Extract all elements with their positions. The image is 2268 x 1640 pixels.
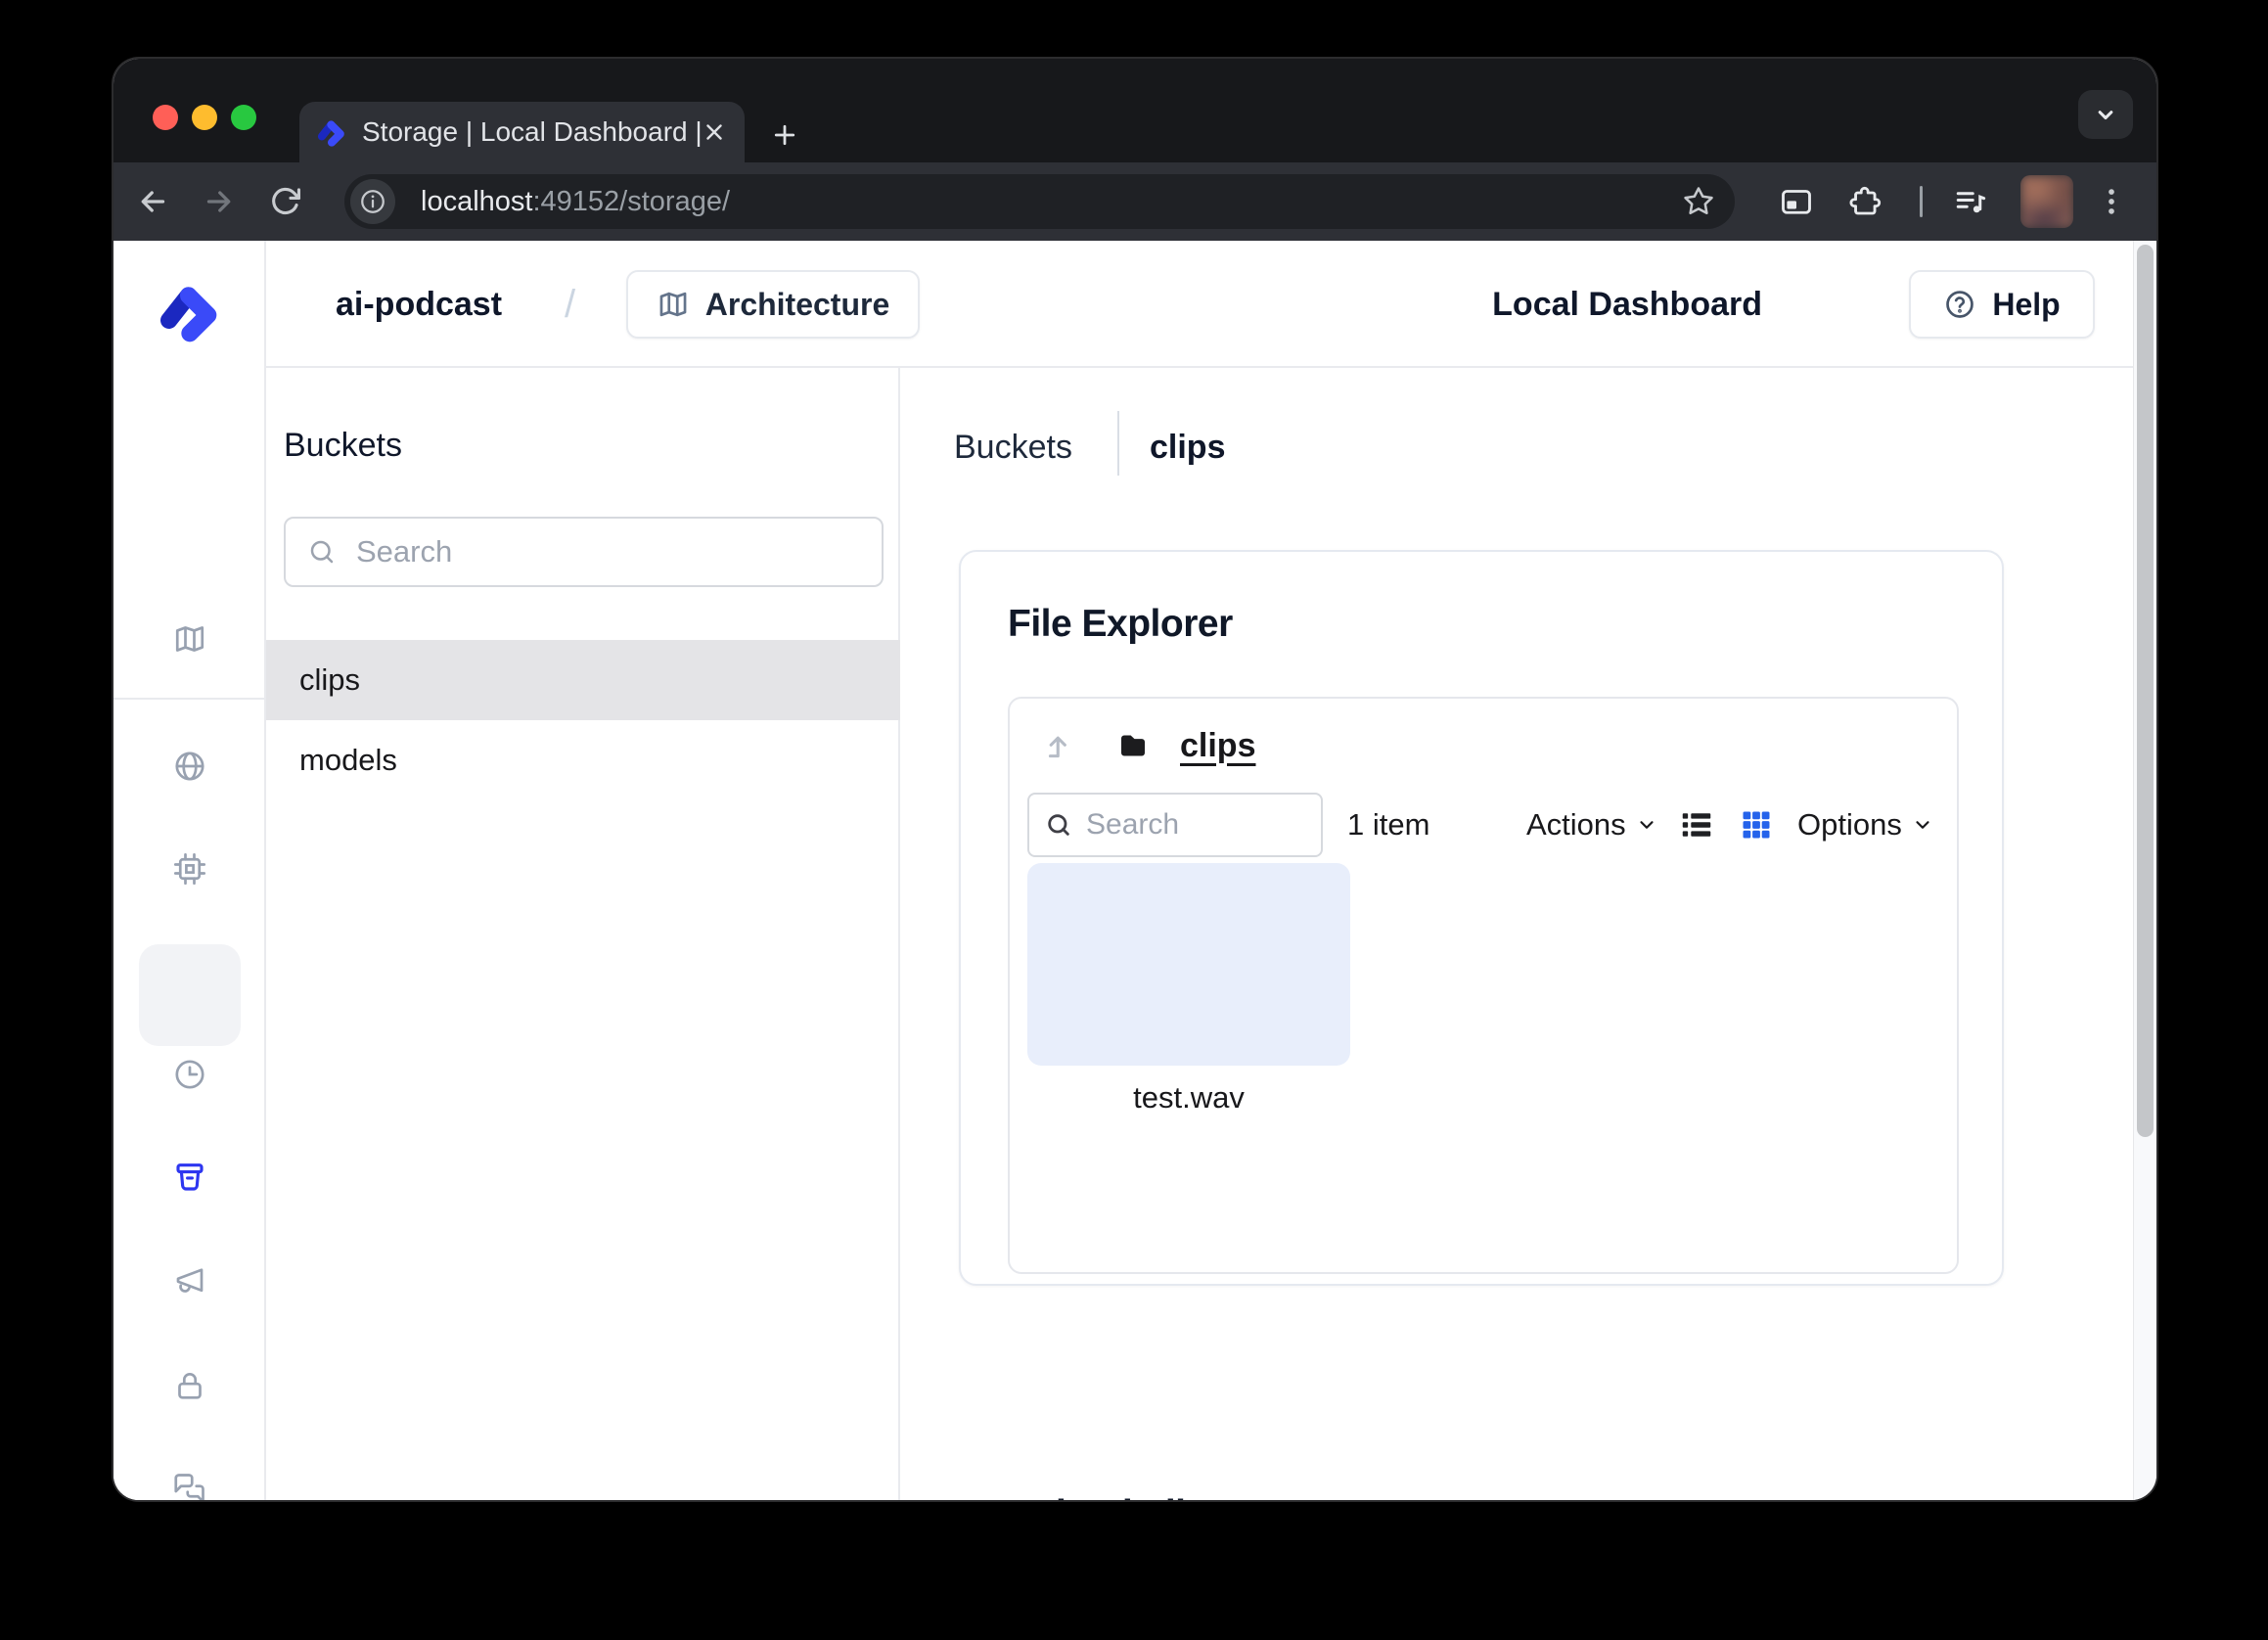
- websockets-chat-icon[interactable]: [172, 1471, 207, 1500]
- schedules-clock-icon[interactable]: [172, 1057, 207, 1092]
- folder-icon: [1115, 728, 1151, 763]
- site-info-icon[interactable]: [350, 179, 395, 224]
- side-panel-icon[interactable]: [1775, 180, 1818, 223]
- bucket-list-item-models[interactable]: models: [266, 720, 900, 800]
- item-count: 1 item: [1347, 793, 1429, 857]
- up-directory-icon[interactable]: [1037, 729, 1070, 762]
- scrollbar-thumb[interactable]: [2137, 245, 2154, 1137]
- traffic-light-minimize[interactable]: [192, 105, 217, 130]
- grid-view-icon[interactable]: [1738, 806, 1775, 843]
- current-folder-link[interactable]: clips: [1180, 727, 1255, 765]
- traffic-light-zoom[interactable]: [231, 105, 256, 130]
- profile-avatar[interactable]: [2020, 175, 2073, 228]
- tab-close-icon[interactable]: [702, 119, 727, 145]
- app-header: ai-podcast / Architecture Local Dashboar…: [266, 241, 2133, 368]
- bucket-list-item-clips[interactable]: clips: [266, 640, 900, 720]
- toolbar-divider: [1920, 186, 1923, 217]
- breadcrumb-buckets[interactable]: Buckets: [954, 429, 1072, 467]
- actions-label: Actions: [1526, 807, 1626, 843]
- new-tab-button[interactable]: [761, 112, 808, 159]
- bucket-name: models: [299, 743, 397, 778]
- icon-rail: [113, 241, 266, 1500]
- buckets-panel: Buckets clips models: [266, 368, 900, 1500]
- reload-button[interactable]: [264, 180, 307, 223]
- bucket-name: clips: [299, 662, 360, 698]
- search-icon: [307, 537, 337, 567]
- options-dropdown[interactable]: Options: [1797, 793, 1933, 857]
- breadcrumb-divider: [1117, 411, 1119, 476]
- bookmark-star-icon[interactable]: [1682, 185, 1715, 218]
- extensions-icon[interactable]: [1843, 180, 1886, 223]
- file-explorer-card: File Explorer clips: [959, 550, 2004, 1286]
- forward-button[interactable]: [198, 180, 241, 223]
- favicon-logo-icon: [317, 117, 346, 147]
- buckets-search-input[interactable]: [356, 534, 826, 569]
- project-name: ai-podcast: [336, 241, 502, 368]
- browser-window: Storage | Local Dashboard | N localhost:: [113, 59, 2156, 1500]
- storage-main: Buckets clips File Explorer clips: [900, 368, 2133, 1500]
- storage-bucket-icon[interactable]: [172, 1160, 207, 1195]
- rail-divider: [113, 698, 266, 700]
- topics-megaphone-icon[interactable]: [172, 1263, 207, 1298]
- options-label: Options: [1797, 807, 1902, 843]
- url-text: localhost:49152/storage/: [421, 186, 1682, 218]
- back-button[interactable]: [131, 180, 174, 223]
- map-icon: [657, 288, 690, 321]
- architecture-button[interactable]: Architecture: [626, 270, 920, 339]
- architecture-button-label: Architecture: [705, 287, 890, 323]
- explorer-path-row: clips: [1010, 699, 1957, 793]
- tab-title: Storage | Local Dashboard | N: [362, 116, 702, 148]
- browser-tab[interactable]: Storage | Local Dashboard | N: [299, 102, 745, 162]
- browser-toolbar: localhost:49152/storage/: [113, 162, 2156, 241]
- architecture-map-icon[interactable]: [172, 621, 207, 657]
- actions-dropdown[interactable]: Actions: [1526, 793, 1657, 857]
- address-bar[interactable]: localhost:49152/storage/: [344, 174, 1735, 229]
- file-explorer-title: File Explorer: [1008, 603, 1233, 646]
- help-button[interactable]: Help: [1909, 270, 2095, 339]
- chrome-menu-icon[interactable]: [2090, 180, 2133, 223]
- help-button-label: Help: [1992, 287, 2060, 323]
- services-cpu-icon[interactable]: [172, 851, 207, 887]
- apis-globe-icon[interactable]: [172, 749, 207, 784]
- dashboard-page: ai-podcast / Architecture Local Dashboar…: [113, 241, 2156, 1500]
- breadcrumb-current-bucket: clips: [1150, 429, 1225, 467]
- breadcrumb-separator: /: [565, 241, 575, 368]
- list-view-icon[interactable]: [1678, 806, 1715, 843]
- buckets-panel-title: Buckets: [284, 427, 402, 465]
- chevron-down-icon: [1912, 814, 1933, 836]
- upload-files-title: Upload Files: [1006, 1493, 1227, 1500]
- tab-strip: Storage | Local Dashboard | N: [113, 59, 2156, 162]
- rail-item-storage[interactable]: [139, 944, 241, 1046]
- app-logo-icon[interactable]: [159, 280, 221, 342]
- secrets-lock-icon[interactable]: [172, 1368, 207, 1403]
- file-explorer: clips 1 item Actions: [1008, 697, 1959, 1274]
- search-icon: [1045, 811, 1072, 839]
- tab-search-button[interactable]: [2078, 90, 2133, 139]
- chevron-down-icon: [1636, 814, 1657, 836]
- explorer-search-input[interactable]: [1086, 808, 1292, 842]
- help-question-icon: [1943, 288, 1976, 321]
- buckets-search[interactable]: [284, 517, 884, 587]
- page-scrollbar[interactable]: [2133, 241, 2156, 1500]
- file-name: test.wav: [1027, 1080, 1350, 1116]
- file-tile-preview[interactable]: [1027, 863, 1350, 1066]
- explorer-search[interactable]: [1027, 793, 1323, 857]
- traffic-light-close[interactable]: [153, 105, 178, 130]
- environment-label: Local Dashboard: [1492, 241, 1762, 368]
- media-controls-icon[interactable]: [1949, 180, 1992, 223]
